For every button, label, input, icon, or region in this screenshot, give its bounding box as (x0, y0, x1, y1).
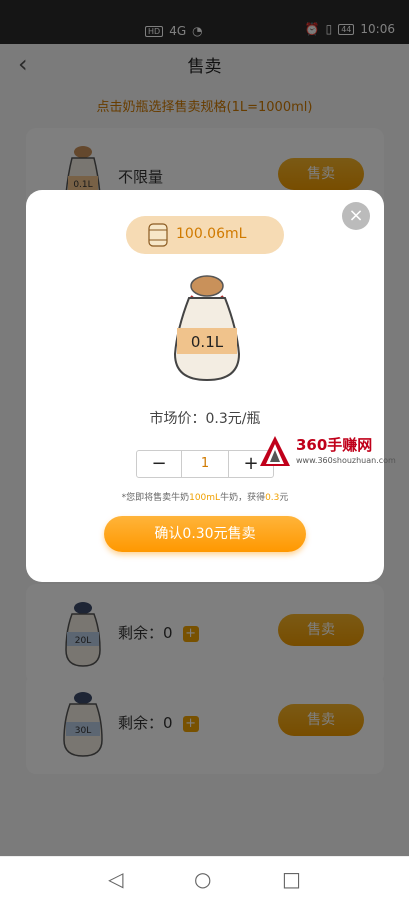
note-value: 0.3 (265, 493, 280, 503)
note-amount: 100mL (189, 493, 221, 503)
nav-recents-icon[interactable]: □ (282, 867, 301, 891)
close-icon[interactable]: × (342, 202, 370, 230)
nav-home-icon[interactable]: ○ (194, 867, 211, 891)
nav-back-icon[interactable]: ◁ (108, 867, 123, 891)
sell-modal: × 100.06mL 0.1L 市场价：0.3元/瓶 − 1 + *您即将售卖牛… (26, 190, 384, 582)
watermark-title: 360手赚网 (296, 436, 373, 454)
confirm-sell-button[interactable]: 确认0.30元售卖 (104, 516, 306, 552)
watermark: 360手赚网 www.360shouzhuan.com (258, 434, 406, 468)
quantity-input[interactable]: 1 (181, 451, 229, 477)
sell-note: *您即将售卖牛奶100mL牛奶，获得0.3元 (26, 490, 384, 503)
barrel-icon (148, 223, 168, 247)
milk-bottle-icon: 0.1L (173, 275, 241, 382)
balance-pill: 100.06mL (126, 216, 284, 254)
market-price: 市场价：0.3元/瓶 (149, 411, 261, 427)
minus-button[interactable]: − (137, 451, 181, 477)
watermark-logo-icon (260, 436, 290, 466)
note-middle: 牛奶，获得 (220, 493, 266, 503)
note-prefix: *您即将售卖牛奶 (121, 493, 190, 503)
balance-amount: 100.06mL (176, 226, 247, 242)
watermark-url: www.360shouzhuan.com (296, 456, 396, 465)
note-suffix: 元 (279, 493, 289, 503)
system-nav-bar: ◁ ○ □ (0, 856, 409, 900)
svg-text:0.1L: 0.1L (191, 333, 224, 351)
quantity-stepper: − 1 + (136, 450, 274, 478)
